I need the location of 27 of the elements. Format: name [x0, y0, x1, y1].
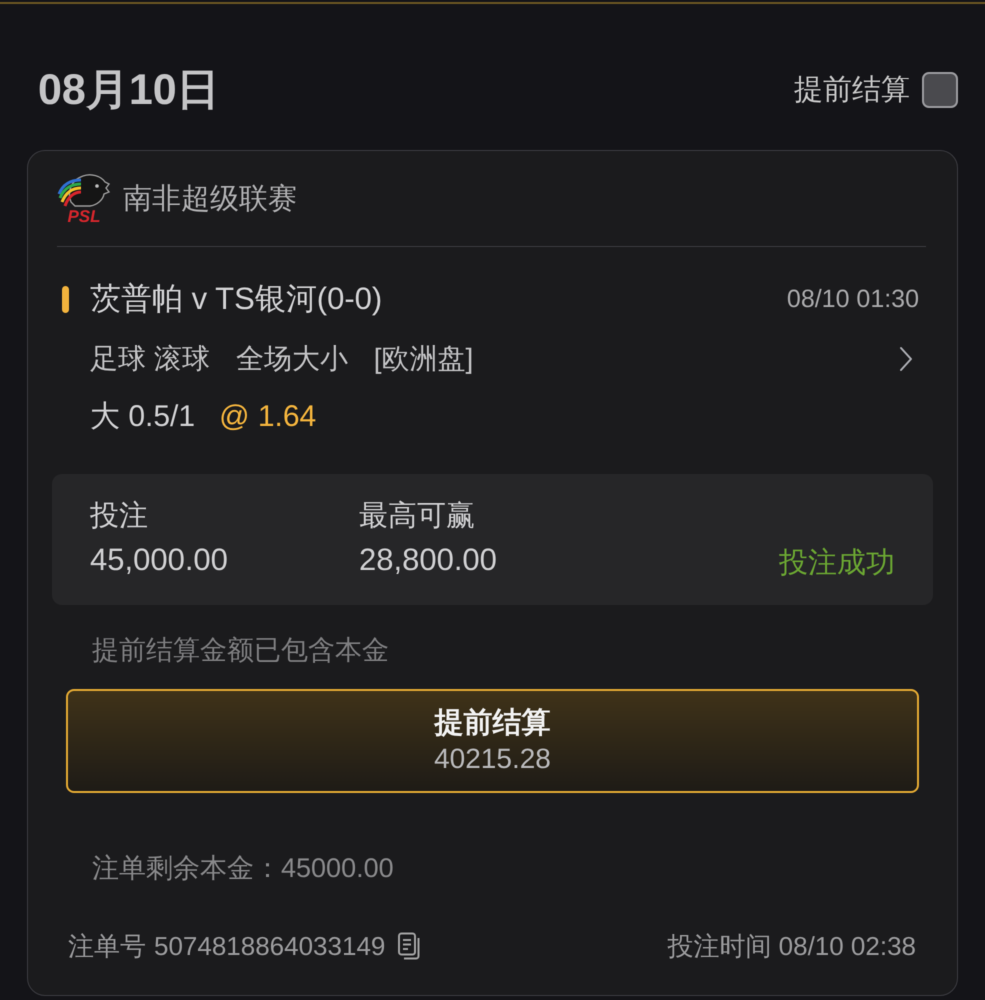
match-title: 茨普帕 v TS银河(0-0) — [90, 280, 382, 318]
chevron-right-icon[interactable] — [899, 346, 913, 372]
bet-id: 5074818864033149 — [154, 930, 386, 963]
selection-text: 大 0.5/1 — [90, 399, 196, 435]
market-text: [欧洲盘] — [374, 342, 474, 376]
match-time: 08/10 01:30 — [786, 284, 919, 315]
bet-time: 投注时间 08/10 02:38 — [667, 930, 916, 963]
stake-amount: 45,000.00 — [90, 541, 228, 579]
note-text: 提前结算金额已包含本金 — [92, 634, 389, 667]
bet-id-label: 注单号 — [68, 930, 146, 963]
odds-text: @ 1.64 — [219, 399, 316, 435]
max-win-amount: 28,800.00 — [359, 541, 497, 579]
early-settle-checkbox[interactable] — [922, 72, 958, 108]
market-text: 足球 滚球 — [90, 342, 210, 376]
early-settle-label[interactable]: 提前结算 — [794, 72, 910, 108]
cash-out-button[interactable]: 提前结算 40215.28 — [66, 689, 919, 793]
stake-label: 投注 — [90, 499, 148, 534]
market-text: 全场大小 — [236, 342, 348, 376]
bet-status-text: 投注成功 — [779, 546, 895, 581]
vertical-bar-icon — [62, 286, 69, 312]
league-logo-icon — [57, 172, 111, 208]
max-win-label: 最高可赢 — [359, 499, 475, 534]
remaining-principal-text: 注单剩余本金：45000.00 — [92, 852, 394, 885]
date-heading: 08月10日 — [38, 65, 220, 116]
logo-wordmark: PSL — [67, 208, 101, 226]
league-name: 南非超级联赛 — [123, 182, 297, 217]
copy-icon[interactable] — [397, 932, 422, 960]
